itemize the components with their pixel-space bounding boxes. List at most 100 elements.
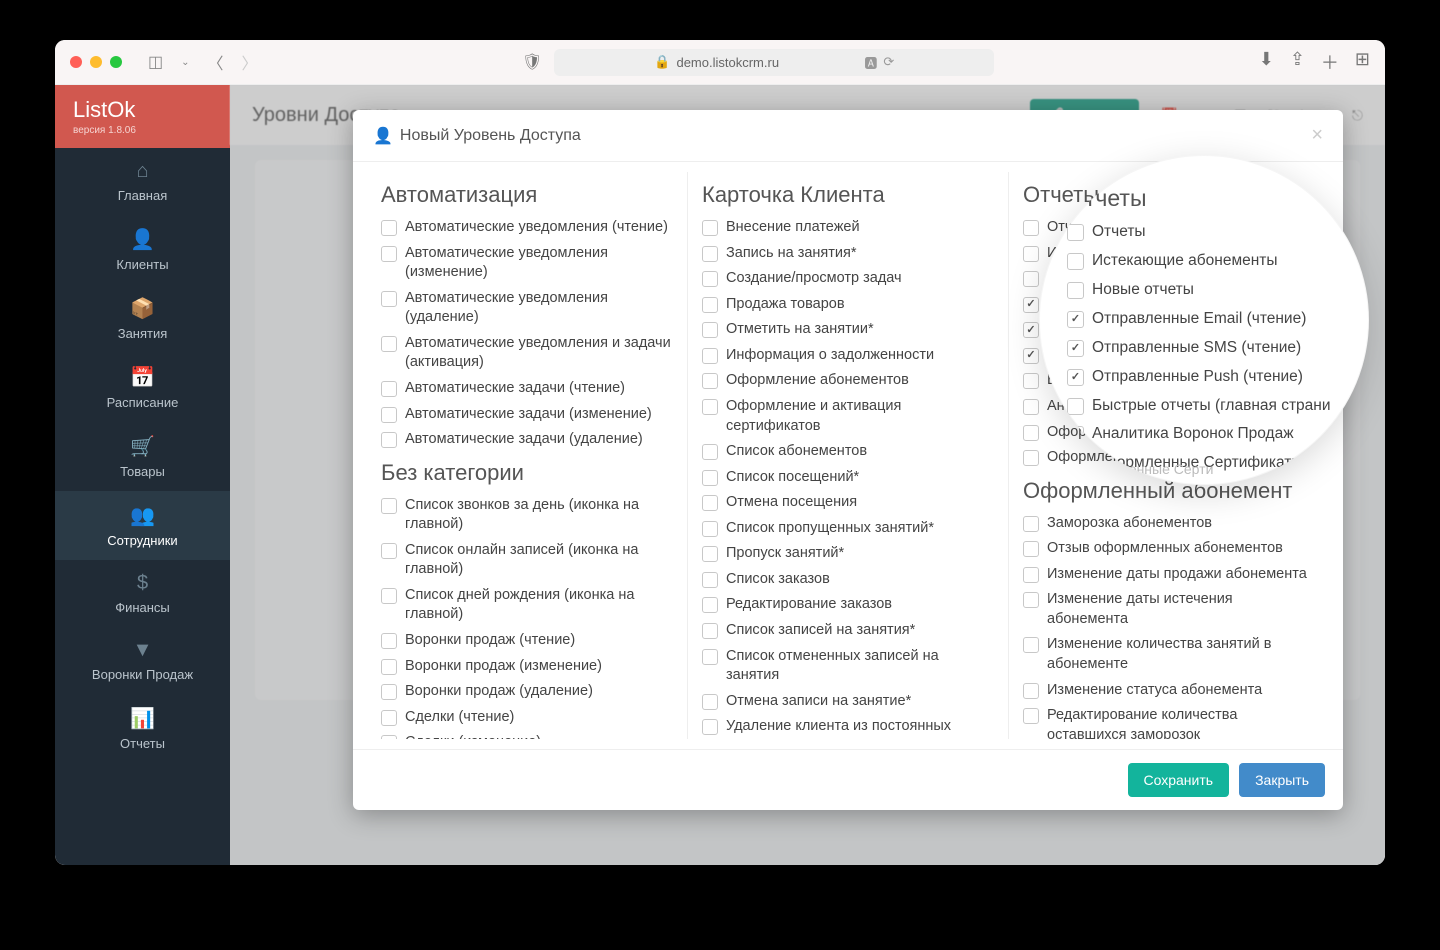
checkbox[interactable]	[702, 597, 718, 613]
chevron-down-icon[interactable]: ⌄	[181, 57, 189, 68]
checkbox[interactable]	[381, 220, 397, 236]
sidebar-icon-1: 👤	[61, 227, 224, 252]
checkbox[interactable]	[702, 373, 718, 389]
checkbox[interactable]	[1067, 282, 1084, 299]
checkbox[interactable]	[381, 336, 397, 352]
checkbox[interactable]	[1023, 516, 1039, 532]
save-button[interactable]: Сохранить	[1128, 763, 1230, 797]
checkbox[interactable]	[1067, 340, 1084, 357]
close-window-icon[interactable]	[70, 56, 82, 68]
checkbox[interactable]	[1023, 425, 1039, 441]
checkbox[interactable]	[1067, 253, 1084, 270]
checkbox[interactable]	[702, 719, 718, 735]
download-icon[interactable]: ⬇	[1259, 49, 1274, 75]
checkbox[interactable]	[381, 684, 397, 700]
perm-item: Автоматические уведомления и задачи (акт…	[381, 334, 673, 373]
checkbox[interactable]	[381, 432, 397, 448]
sidebar-item-2[interactable]: 📦Занятия	[55, 284, 230, 353]
checkbox[interactable]	[702, 220, 718, 236]
checkbox[interactable]	[1023, 220, 1039, 236]
perm-item: Редактирование заказов	[702, 595, 994, 615]
checkbox[interactable]	[381, 633, 397, 649]
checkbox[interactable]	[381, 498, 397, 514]
checkbox[interactable]	[381, 588, 397, 604]
checkbox[interactable]	[702, 572, 718, 588]
perm-item: Заморозка абонементов	[1023, 514, 1315, 534]
sidebar-item-0[interactable]: ⌂Главная	[55, 148, 230, 215]
translate-icon[interactable]: 🅰	[864, 53, 877, 72]
checkbox[interactable]	[381, 246, 397, 262]
checkbox[interactable]	[381, 659, 397, 675]
perm-item: Изменение статуса абонемента	[1023, 681, 1315, 701]
checkbox[interactable]	[702, 470, 718, 486]
checkbox[interactable]	[381, 407, 397, 423]
lens-perm-item: Отправленные Email (чтение)	[1067, 309, 1347, 330]
checkbox[interactable]	[381, 735, 397, 739]
checkbox[interactable]	[1067, 369, 1084, 386]
modal-close-icon[interactable]: ×	[1311, 124, 1323, 147]
checkbox[interactable]	[702, 649, 718, 665]
checkbox[interactable]	[702, 271, 718, 287]
checkbox[interactable]	[702, 297, 718, 313]
access-level-modal: 👤 Новый Уровень Доступа × АвтоматизацияА…	[353, 110, 1343, 810]
checkbox[interactable]	[1023, 246, 1039, 262]
minimize-window-icon[interactable]	[90, 56, 102, 68]
perm-item-label: Сделки (изменение)	[405, 733, 541, 739]
nav-back-icon[interactable]: 〈	[208, 50, 224, 74]
sidebar-toggle-icon[interactable]: ◫	[148, 52, 163, 72]
checkbox[interactable]	[1023, 567, 1039, 583]
lens-perm-label: Отчеты	[1092, 222, 1146, 243]
sidebar-item-8[interactable]: 📊Отчеты	[55, 694, 230, 763]
checkbox[interactable]	[702, 495, 718, 511]
checkbox[interactable]	[702, 444, 718, 460]
checkbox[interactable]	[1067, 398, 1084, 415]
modal-header: 👤 Новый Уровень Доступа ×	[353, 110, 1343, 162]
sidebar-item-6[interactable]: $Финансы	[55, 560, 230, 627]
checkbox[interactable]	[1023, 541, 1039, 557]
perm-group-title: Оформленный абонемент	[1023, 478, 1315, 504]
checkbox[interactable]	[702, 521, 718, 537]
perm-item: Изменение даты продажи абонемента	[1023, 565, 1315, 585]
checkbox[interactable]	[702, 546, 718, 562]
checkbox[interactable]	[1023, 348, 1039, 364]
lens-perm-label: Быстрые отчеты (главная страни	[1092, 396, 1331, 417]
sidebar-item-5[interactable]: 👥Сотрудники	[55, 491, 230, 560]
checkbox[interactable]	[1067, 224, 1084, 241]
checkbox[interactable]	[1067, 311, 1084, 328]
nav-forward-icon[interactable]: 〉	[242, 50, 258, 74]
reload-icon[interactable]: ⟳	[883, 54, 894, 70]
checkbox[interactable]	[381, 543, 397, 559]
checkbox[interactable]	[381, 381, 397, 397]
sidebar-item-7[interactable]: ▼Воронки Продаж	[55, 627, 230, 694]
checkbox[interactable]	[1023, 592, 1039, 608]
checkbox[interactable]	[1023, 708, 1039, 724]
checkbox[interactable]	[1023, 399, 1039, 415]
checkbox[interactable]	[381, 710, 397, 726]
checkbox[interactable]	[1023, 450, 1039, 466]
sidebar-item-4[interactable]: 🛒Товары	[55, 422, 230, 491]
checkbox[interactable]	[1023, 297, 1039, 313]
close-button[interactable]: Закрыть	[1239, 763, 1325, 797]
sidebar-item-3[interactable]: 📅Расписание	[55, 353, 230, 422]
checkbox[interactable]	[702, 348, 718, 364]
checkbox[interactable]	[702, 694, 718, 710]
share-icon[interactable]: ⇪	[1290, 49, 1305, 75]
sidebar-item-1[interactable]: 👤Клиенты	[55, 215, 230, 284]
checkbox[interactable]	[1023, 373, 1039, 389]
new-tab-icon[interactable]: ＋	[1321, 49, 1339, 75]
checkbox[interactable]	[1023, 271, 1039, 287]
checkbox[interactable]	[702, 322, 718, 338]
tabs-icon[interactable]: ⊞	[1355, 49, 1370, 75]
url-bar[interactable]: 🔒 demo.listokcrm.ru 🅰 ⟳	[554, 49, 994, 76]
perm-item-label: Список пропущенных занятий*	[726, 519, 934, 539]
checkbox[interactable]	[1023, 322, 1039, 338]
checkbox[interactable]	[702, 623, 718, 639]
maximize-window-icon[interactable]	[110, 56, 122, 68]
checkbox[interactable]	[702, 399, 718, 415]
checkbox[interactable]	[702, 246, 718, 262]
checkbox[interactable]	[1023, 637, 1039, 653]
checkbox[interactable]	[1023, 683, 1039, 699]
shield-icon[interactable]: 🛡	[522, 52, 542, 72]
perm-item: Список дней рождения (иконка на главной)	[381, 586, 673, 625]
checkbox[interactable]	[381, 291, 397, 307]
